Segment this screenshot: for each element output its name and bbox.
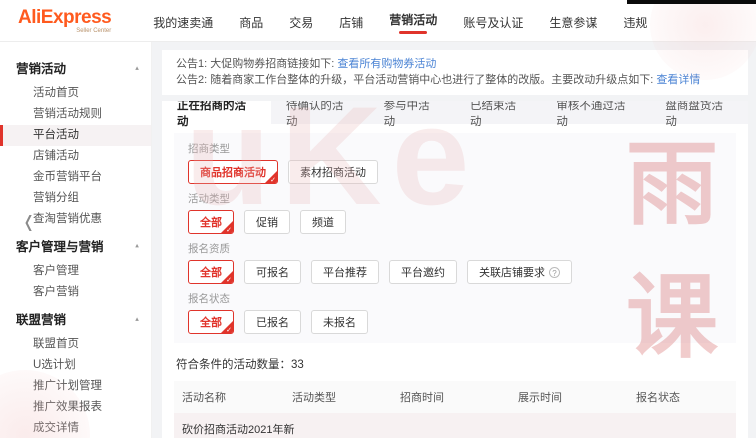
- nav-item-商品[interactable]: 商品: [239, 10, 263, 31]
- nav-item-营销活动[interactable]: 营销活动: [389, 7, 437, 34]
- question-mark-icon[interactable]: ?: [549, 267, 560, 278]
- collapse-caret-icon: ▴: [135, 241, 139, 250]
- announcement-line: 公告2: 随着商家工作台整体的升级，平台活动营销中心也进行了整体的改版。主要改动…: [176, 72, 734, 88]
- filter-options: 商品招商活动素材招商活动: [188, 160, 722, 184]
- sidebar-item-推广效果报表[interactable]: 推广效果报表: [0, 397, 151, 418]
- filter-option-平台邀约[interactable]: 平台邀约: [389, 260, 457, 284]
- filter-row: 招商类型商品招商活动素材招商活动: [188, 141, 722, 184]
- filter-option-促销[interactable]: 促销: [244, 210, 290, 234]
- filter-row: 报名状态全部已报名未报名: [188, 291, 722, 334]
- announcement-text: 公告2: 随着商家工作台整体的升级，平台活动营销中心也进行了整体的改版。主要改动…: [176, 74, 657, 86]
- sidebar-item-金币营销平台[interactable]: 金币营销平台: [0, 167, 151, 188]
- logo-text: AliExpress: [18, 6, 112, 28]
- nav-item-违规[interactable]: 违规: [623, 10, 647, 31]
- sidebar: 营销活动 ▴ 活动首页 营销活动规则 平台活动 店铺活动 金币营销平台 营销分组 查淘营销优惠客…: [0, 42, 152, 438]
- collapse-caret-icon: ▴: [135, 63, 139, 72]
- aliexpress-logo[interactable]: AliExpress Seller Center: [18, 6, 112, 34]
- sidebar-item-营销活动规则[interactable]: 营销活动规则: [0, 104, 151, 125]
- nav-item-交易[interactable]: 交易: [289, 10, 313, 31]
- sidebar-item-成交详情[interactable]: 成交详情: [0, 418, 151, 438]
- filter-option-关联店铺要求[interactable]: 关联店铺要求?: [467, 260, 572, 284]
- top-header: AliExpress Seller Center 我的速卖通 商品 交易 店铺 营销活动…: [0, 0, 756, 42]
- filter-option-未报名[interactable]: 未报名: [311, 310, 368, 334]
- activity-card: 正在招商的活动 待确认的活动 参与中活动 已结束活动 审核不通过活动 盘商盘货活动 招商类…: [162, 101, 748, 438]
- sidebar-section-label: 营销活动: [16, 62, 67, 76]
- filter-option-全部[interactable]: 全部: [188, 310, 234, 334]
- filter-option-平台推荐[interactable]: 平台推荐: [311, 260, 379, 284]
- sidebar-section-label: 联盟营销: [16, 313, 67, 327]
- announcement-line: 公告1: 大促购物券招商链接如下: 查看所有购物券活动: [176, 56, 734, 72]
- filter-option-商品招商活动[interactable]: 商品招商活动: [188, 160, 278, 184]
- column-header-报名状态: 报名状态: [628, 381, 736, 413]
- app-window: uKe 雨课 AliExpress Seller Center 我的速卖通 商品交…: [0, 0, 756, 438]
- filter-options: 全部可报名平台推荐平台邀约关联店铺要求?: [188, 260, 722, 284]
- result-count-line: 符合条件的活动数量：33: [176, 356, 734, 372]
- sidebar-item-联盟首页[interactable]: 联盟首页: [0, 334, 151, 355]
- sidebar-item-店铺活动[interactable]: 店铺活动: [0, 146, 151, 167]
- group-row-title: 砍价招商活动2021年新: [174, 413, 736, 438]
- sidebar-section-title[interactable]: 营销活动 ▴: [0, 52, 151, 83]
- result-count-value: 33: [291, 359, 304, 371]
- tab-盘商盘货活动[interactable]: 盘商盘货活动: [650, 101, 748, 128]
- top-nav: 我的速卖通 商品 交易 店铺 营销活动 账号及认证 生意参谋 违规: [153, 7, 647, 34]
- filter-options: 全部已报名未报名: [188, 310, 722, 334]
- sidebar-section-label: 客户管理与营销: [16, 240, 104, 254]
- filter-label: 报名状态: [188, 293, 230, 305]
- nav-item-账号及认证[interactable]: 账号及认证: [463, 10, 523, 31]
- main-content: 公告1: 大促购物券招商链接如下: 查看所有购物券活动公告2: 随着商家工作台整…: [152, 42, 756, 438]
- column-header-活动类型: 活动类型: [284, 381, 392, 413]
- announcement-link[interactable]: 查看所有购物券活动: [337, 58, 436, 70]
- screen-recording-strip: [627, 0, 756, 4]
- result-count-label: 符合条件的活动数量：: [176, 359, 291, 371]
- sidebar-item-客户管理[interactable]: 客户管理: [0, 261, 151, 282]
- filter-option-可报名[interactable]: 可报名: [244, 260, 301, 284]
- filter-label: 报名资质: [188, 243, 230, 255]
- column-header-招商时间: 招商时间: [392, 381, 510, 413]
- filter-option-已报名[interactable]: 已报名: [244, 310, 301, 334]
- filter-option-全部[interactable]: 全部: [188, 210, 234, 234]
- filter-option-全部[interactable]: 全部: [188, 260, 234, 284]
- sidebar-section-title[interactable]: 客户管理与营销 ▴: [0, 230, 151, 261]
- activity-tabs: 正在招商的活动 待确认的活动 参与中活动 已结束活动 审核不通过活动 盘商盘货活动: [162, 101, 748, 128]
- sidebar-item-活动首页[interactable]: 活动首页: [0, 83, 151, 104]
- column-header-展示时间: 展示时间: [510, 381, 628, 413]
- filter-panel: 招商类型商品招商活动素材招商活动活动类型全部促销频道报名资质全部可报名平台推荐平…: [174, 133, 736, 343]
- sidebar-collapse-chevron-icon[interactable]: ❬: [22, 212, 35, 232]
- filter-option-素材招商活动[interactable]: 素材招商活动: [288, 160, 378, 184]
- sidebar-item-推广计划管理[interactable]: 推广计划管理: [0, 376, 151, 397]
- tab-待确认的活动[interactable]: 待确认的活动: [271, 101, 369, 128]
- nav-item-我的速卖通[interactable]: 我的速卖通: [153, 10, 213, 31]
- tab-参与中活动[interactable]: 参与中活动: [369, 101, 455, 128]
- tab-已结束活动[interactable]: 已结束活动: [455, 101, 541, 128]
- logo-subtitle: Seller Center: [76, 27, 112, 34]
- table-group-row: 砍价招商活动2021年新: [174, 413, 736, 438]
- filter-options: 全部促销频道: [188, 210, 722, 234]
- sidebar-item-客户营销[interactable]: 客户营销: [0, 282, 151, 303]
- announcement-card: 公告1: 大促购物券招商链接如下: 查看所有购物券活动公告2: 随着商家工作台整…: [162, 50, 748, 95]
- tab-审核不通过活动[interactable]: 审核不通过活动: [541, 101, 650, 128]
- table-header-row: 活动名称 活动类型 招商时间 展示时间 报名状态: [174, 381, 736, 413]
- activity-table: 活动名称活动类型招商时间展示时间报名状态 砍价招商活动2021年新砍价招商2.2…: [174, 381, 736, 438]
- nav-item-店铺[interactable]: 店铺: [339, 10, 363, 31]
- filter-label: 活动类型: [188, 193, 230, 205]
- tab-正在招商的活动[interactable]: 正在招商的活动: [162, 101, 271, 128]
- filter-option-频道[interactable]: 频道: [300, 210, 346, 234]
- announcement-link[interactable]: 查看详情: [656, 74, 700, 86]
- filter-row: 活动类型全部促销频道: [188, 191, 722, 234]
- sidebar-item-平台活动[interactable]: 平台活动: [0, 125, 151, 146]
- filter-label: 招商类型: [188, 143, 230, 155]
- collapse-caret-icon: ▴: [135, 314, 139, 323]
- nav-item-生意参谋[interactable]: 生意参谋: [549, 10, 597, 31]
- table-body: 砍价招商活动2021年新砍价招商2.27-3.4（报名价格0.1美金，仅支持商品…: [174, 413, 736, 438]
- sidebar-section-title[interactable]: 联盟营销 ▴: [0, 303, 151, 334]
- filter-row: 报名资质全部可报名平台推荐平台邀约关联店铺要求?: [188, 241, 722, 284]
- sidebar-item-营销分组[interactable]: 营销分组: [0, 188, 151, 209]
- sidebar-item-U选计划[interactable]: U选计划: [0, 355, 151, 376]
- announcement-text: 公告1: 大促购物券招商链接如下:: [176, 58, 338, 70]
- column-header-活动名称: 活动名称: [174, 381, 284, 413]
